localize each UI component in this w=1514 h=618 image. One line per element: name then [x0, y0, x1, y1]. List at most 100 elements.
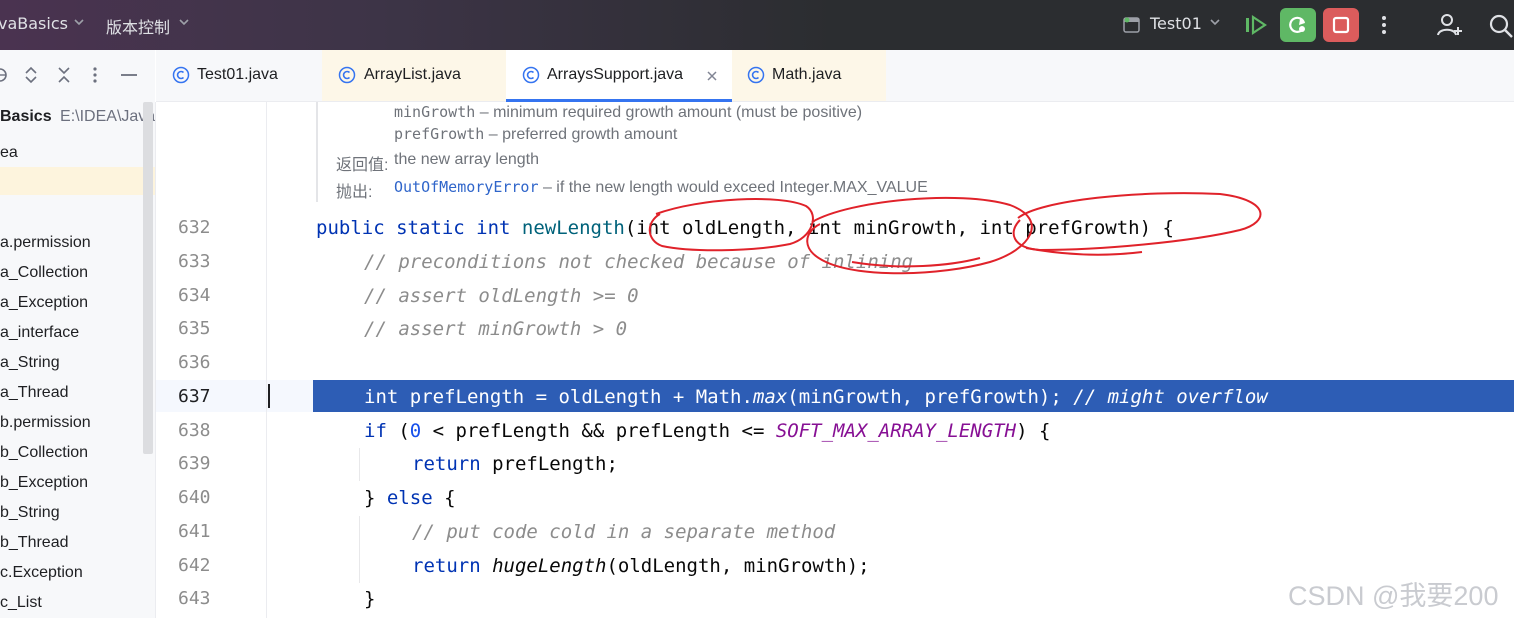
tree-item[interactable]: a_interface — [0, 319, 79, 347]
code-keyword: if — [364, 420, 387, 442]
code-line-634: // assert oldLength >= 0 — [364, 285, 639, 307]
line-number: 634 — [178, 285, 211, 306]
code-line-641: // put code cold in a separate method — [412, 521, 836, 543]
locate-icon[interactable] — [0, 66, 10, 84]
code-comment: // might overflow — [1073, 386, 1268, 408]
project-tree: Basics E:\IDEA\Java ea a.permission a_Co… — [0, 102, 156, 618]
project-name[interactable]: vaBasics — [0, 14, 68, 33]
tab-test01[interactable]: Test01.java — [156, 50, 322, 101]
rerun-icon — [1289, 16, 1306, 33]
chevron-down-icon[interactable] — [72, 15, 86, 29]
line-number: 639 — [178, 453, 211, 474]
code-line-638: if (0 < prefLength && prefLength <= SOFT… — [267, 415, 1514, 448]
tree-item[interactable]: b_Exception — [0, 469, 88, 497]
rerun-button[interactable] — [1280, 8, 1316, 42]
code-text: (int oldLength, int minGrowth, int prefG… — [624, 217, 1174, 239]
line-number: 638 — [178, 420, 211, 441]
add-user-icon[interactable] — [1436, 12, 1464, 38]
tree-item[interactable]: a.permission — [0, 229, 91, 257]
line-number: 635 — [178, 318, 211, 339]
code-number: 0 — [409, 420, 422, 442]
line-gutter: 632 633 634 635 636 637 638 639 640 641 … — [156, 102, 267, 618]
run-config-selector[interactable]: Test01 — [1150, 14, 1202, 33]
search-icon[interactable] — [1488, 13, 1514, 39]
line-number: 641 — [178, 521, 211, 542]
tree-item[interactable]: b.permission — [0, 409, 91, 437]
tree-item[interactable]: a_Thread — [0, 379, 69, 407]
code-keyword: else — [386, 487, 433, 509]
code-line-637: int prefLength = oldLength + Math.max(mi… — [267, 381, 1514, 414]
stop-button[interactable] — [1323, 8, 1359, 42]
code-text: } — [364, 487, 387, 509]
tree-item[interactable]: ea — [0, 139, 18, 167]
stop-icon — [1332, 16, 1350, 34]
vcs-menu[interactable]: 版本控制 — [106, 14, 170, 38]
close-icon[interactable] — [706, 70, 718, 82]
code-editor[interactable]: public static int newLength(int oldLengt… — [267, 102, 1514, 618]
code-line-632: public static int newLength(int oldLengt… — [267, 212, 1514, 245]
tab-label: ArrayList.java — [364, 66, 461, 83]
options-icon[interactable] — [89, 66, 101, 84]
line-number: 640 — [178, 487, 211, 508]
code-keyword: return — [412, 453, 481, 475]
chevron-down-icon[interactable] — [177, 15, 191, 29]
project-root-name: Basics — [0, 108, 52, 125]
expand-all-icon[interactable] — [23, 66, 39, 84]
indent-guide — [359, 516, 360, 583]
code-text: (oldLength, minGrowth); — [606, 555, 870, 577]
tree-item[interactable]: c_List — [0, 589, 42, 617]
tree-item[interactable]: b_Collection — [0, 439, 88, 467]
indent-guide — [359, 448, 360, 481]
project-root-path: E:\IDEA\Java — [60, 108, 156, 125]
tab-label: ArraysSupport.java — [547, 66, 684, 83]
code-static-call: max — [752, 386, 788, 408]
code-keyword: int — [364, 386, 399, 408]
line-number: 643 — [178, 588, 211, 609]
editor-tabs: Test01.java ArrayList.java ArraysSupport… — [156, 50, 1514, 102]
code-method-call: hugeLength — [492, 555, 607, 577]
tree-item-selected[interactable] — [0, 167, 155, 195]
tree-item[interactable]: a_String — [0, 349, 60, 377]
code-text: prefLength; — [480, 453, 618, 475]
line-number: 633 — [178, 251, 211, 272]
class-icon — [522, 66, 540, 84]
class-icon — [172, 66, 190, 84]
code-constant: SOFT_MAX_ARRAY_LENGTH — [775, 420, 1017, 442]
run-config-icon — [1123, 17, 1140, 33]
line-number: 642 — [178, 555, 211, 576]
code-method-name: newLength — [521, 217, 625, 239]
hide-icon[interactable] — [119, 66, 139, 84]
tab-label: Math.java — [772, 66, 842, 83]
code-line-639: return prefLength; — [267, 448, 1514, 481]
code-text: < prefLength && prefLength <= — [421, 420, 776, 442]
code-keyword: public static int — [316, 217, 522, 239]
project-root[interactable]: Basics E:\IDEA\Java — [0, 108, 155, 126]
code-keyword: return — [412, 555, 481, 577]
code-line-633: // preconditions not checked because of … — [364, 251, 914, 273]
code-text: (minGrowth, prefGrowth); — [787, 386, 1074, 408]
code-line-640: } else { — [267, 482, 1514, 515]
run-icon[interactable] — [1244, 14, 1268, 36]
code-text: ( — [386, 420, 410, 442]
tree-item[interactable]: b_String — [0, 499, 60, 527]
sidebar-scrollbar[interactable] — [143, 102, 153, 454]
collapse-all-icon[interactable] — [56, 66, 72, 84]
tree-item[interactable]: c.Exception — [0, 559, 83, 587]
tree-item[interactable]: a_Exception — [0, 289, 88, 317]
tab-math[interactable]: Math.java — [732, 50, 886, 101]
tab-arrayssupport[interactable]: ArraysSupport.java — [506, 50, 732, 102]
project-toolbar — [0, 50, 155, 103]
more-vertical-icon[interactable] — [1374, 14, 1394, 36]
code-line-635: // assert minGrowth > 0 — [364, 318, 628, 340]
class-icon — [338, 66, 356, 84]
chevron-down-icon[interactable] — [1208, 15, 1222, 29]
watermark: CSDN @我要200 — [1288, 581, 1499, 611]
tab-arraylist[interactable]: ArrayList.java — [322, 50, 506, 101]
class-icon — [747, 66, 765, 84]
tree-item[interactable]: a_Collection — [0, 259, 88, 287]
code-text: ) { — [1016, 420, 1051, 442]
code-text: { — [432, 487, 456, 509]
tree-item[interactable]: b_Thread — [0, 529, 69, 557]
tab-label: Test01.java — [197, 66, 278, 83]
